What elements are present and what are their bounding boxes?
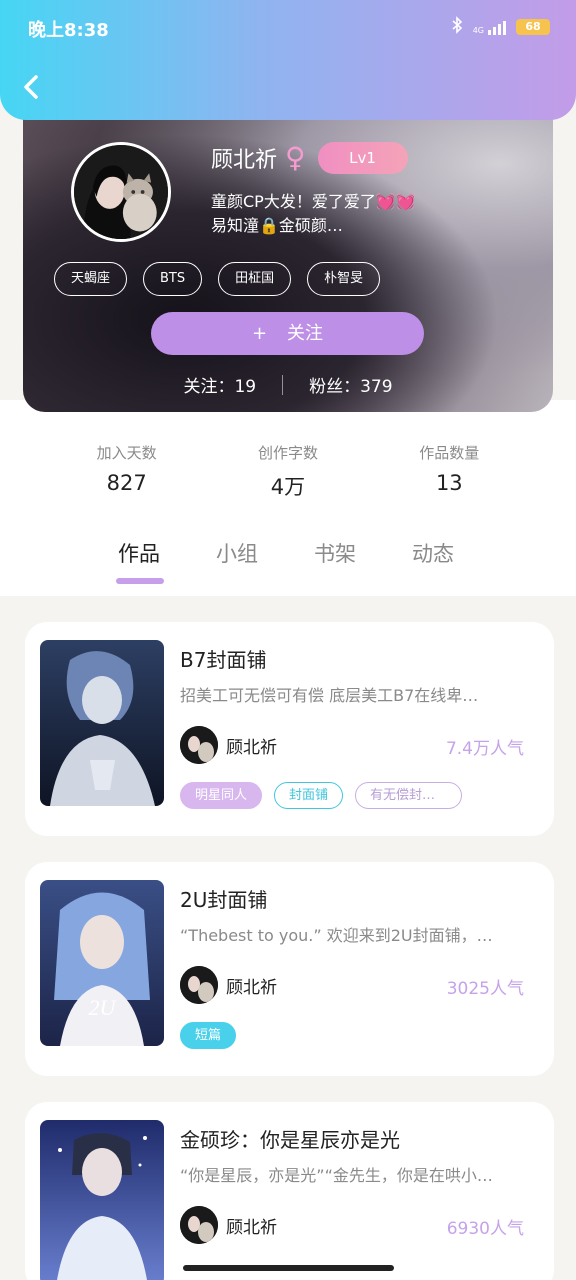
book-cover[interactable]: [40, 640, 164, 806]
book-tag[interactable]: 明星同人: [180, 782, 263, 809]
profile-tags: 天蝎座 BTS 田柾国 朴智旻: [54, 262, 381, 296]
popularity-count: 3025人气: [446, 979, 524, 999]
following-count[interactable]: 关注：19: [183, 372, 256, 397]
stat-words: 创作字数 4万: [257, 444, 318, 499]
tab-bookshelf[interactable]: 书架: [314, 538, 356, 568]
book-cover[interactable]: [40, 1120, 164, 1280]
author-name: 顾北祈: [226, 977, 277, 998]
book-description: “Thebest to you.” 欢迎来到2U封面铺，…: [180, 926, 493, 945]
svg-text:2U: 2U: [89, 995, 118, 1020]
book-description: “你是星辰，亦是光”“金先生，你是在哄小…: [180, 1166, 493, 1185]
author-name: 顾北祈: [226, 737, 277, 758]
profile-tag[interactable]: BTS: [143, 262, 203, 296]
status-bar: 晚上8:38 4G 68: [0, 0, 576, 56]
book-card[interactable]: B7封面铺 招美工可无偿可有偿 底层美工B7在线卑… 顾北祈 7.4万人气 明星…: [25, 622, 554, 836]
book-tag[interactable]: 封面铺: [274, 782, 344, 809]
book-title: 金硕珍：你是星辰亦是光: [180, 1128, 400, 1152]
popularity-count: 6930人气: [446, 1219, 524, 1239]
author-avatar[interactable]: [180, 726, 218, 764]
author-avatar[interactable]: [180, 966, 218, 1004]
author-name: 顾北祈: [226, 1217, 277, 1238]
stat-days: 加入天数 827: [96, 444, 157, 495]
plus-icon: +: [251, 323, 268, 344]
home-indicator[interactable]: [183, 1265, 394, 1271]
book-tag[interactable]: 有无偿封…: [355, 782, 463, 809]
profile-bio: 童颜CP大发！爱了爱了💓💓 易知潼🔒金硕颜…: [211, 192, 416, 235]
profile-tag[interactable]: 朴智旻: [307, 262, 381, 296]
author-row: 顾北祈: [180, 1206, 277, 1244]
book-tags: 明星同人 封面铺 有无偿封…: [180, 782, 463, 809]
stats-card: 加入天数 827 创作字数 4万 作品数量 13: [46, 410, 530, 524]
profile-name: 顾北祈: [211, 148, 278, 173]
book-tags: 短篇: [180, 1022, 237, 1049]
tab-bar: 作品 小组 书架 动态: [0, 538, 576, 588]
tab-activity[interactable]: 动态: [412, 538, 454, 568]
level-badge: Lv1: [317, 142, 408, 174]
book-description: 招美工可无偿可有偿 底层美工B7在线卑…: [180, 686, 479, 705]
bluetooth-icon: [451, 16, 463, 38]
fans-count[interactable]: 粉丝：379: [309, 372, 392, 397]
female-icon: ♀: [285, 141, 306, 174]
follow-button[interactable]: + 关注: [151, 312, 424, 355]
stat-works: 作品数量 13: [419, 444, 480, 495]
author-row: 顾北祈: [180, 726, 277, 764]
tab-indicator: [116, 578, 164, 584]
profile-avatar[interactable]: [71, 142, 171, 242]
author-row: 顾北祈: [180, 966, 277, 1004]
status-icons: 4G 68: [451, 16, 550, 38]
tab-groups[interactable]: 小组: [216, 538, 258, 568]
book-card[interactable]: 金硕珍：你是星辰亦是光 “你是星辰，亦是光”“金先生，你是在哄小… 顾北祈 69…: [25, 1102, 554, 1280]
profile-tag[interactable]: 天蝎座: [54, 262, 128, 296]
profile-tag[interactable]: 田柾国: [218, 262, 292, 296]
book-title: 2U封面铺: [180, 888, 268, 912]
profile-banner: 顾北祈 ♀ Lv1 童颜CP大发！爱了爱了💓💓 易知潼🔒金硕颜… 天蝎座 BTS…: [23, 102, 553, 412]
signal-icon: 4G: [473, 19, 506, 35]
divider: [282, 374, 284, 395]
book-title: B7封面铺: [180, 648, 267, 672]
name-row: 顾北祈 ♀ Lv1: [211, 142, 408, 174]
back-arrow-icon[interactable]: [18, 70, 46, 104]
tab-works[interactable]: 作品: [118, 538, 160, 568]
book-tag[interactable]: 短篇: [180, 1022, 237, 1049]
follow-counts: 关注：19 粉丝：379: [23, 372, 553, 397]
book-card[interactable]: 2U 2U封面铺 “Thebest to you.” 欢迎来到2U封面铺，… 顾…: [25, 862, 554, 1076]
popularity-count: 7.4万人气: [445, 739, 524, 759]
battery-icon: 68: [516, 19, 550, 35]
status-time: 晚上8:38: [28, 20, 109, 41]
author-avatar[interactable]: [180, 1206, 218, 1244]
book-cover[interactable]: 2U: [40, 880, 164, 1046]
